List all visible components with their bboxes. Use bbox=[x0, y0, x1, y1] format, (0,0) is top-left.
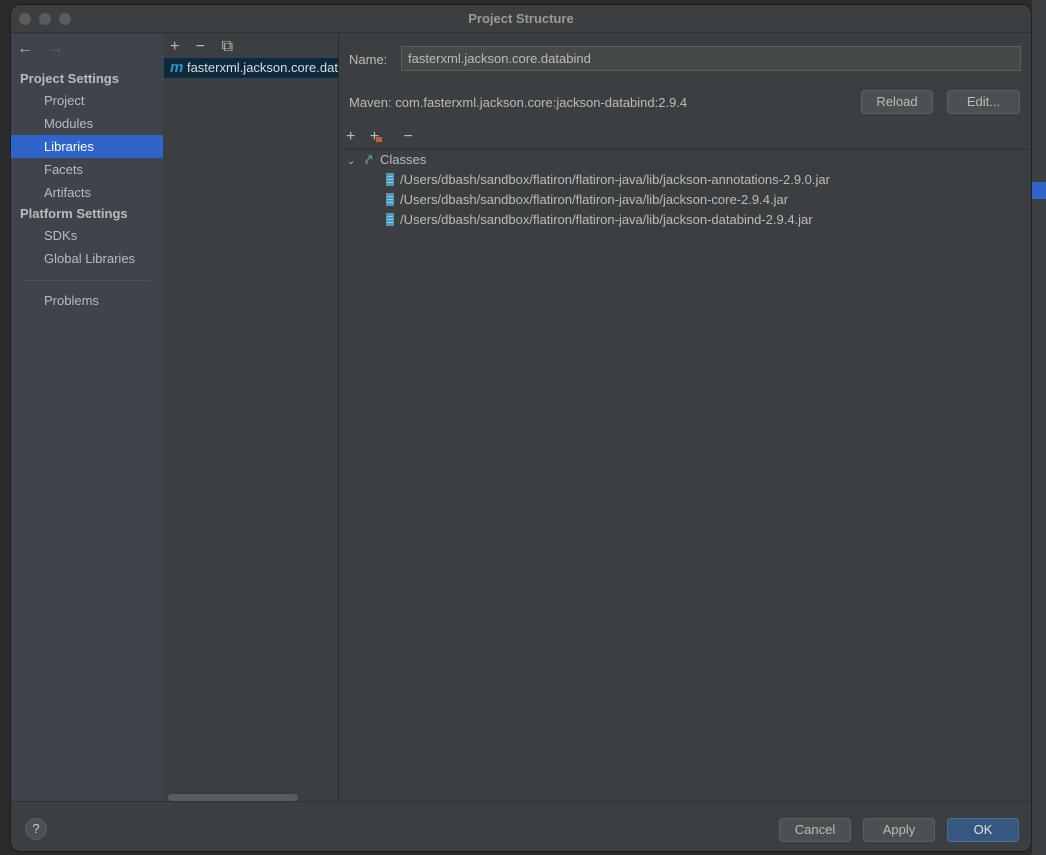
name-label: Name: bbox=[349, 52, 388, 67]
section-project-settings: Project Settings bbox=[20, 71, 119, 86]
horizontal-scrollbar[interactable] bbox=[168, 794, 298, 801]
jar-path: /Users/dbash/sandbox/flatiron/flatiron-j… bbox=[400, 192, 789, 207]
forward-arrow-icon[interactable]: → bbox=[47, 40, 63, 57]
jar-icon bbox=[386, 213, 394, 226]
maven-icon: m bbox=[170, 59, 184, 76]
project-structure-dialog: Project Structure ← → Project Settings P… bbox=[10, 4, 1032, 852]
classes-tree: + + − ⌄ ⤤ Classes /Users/dbash/sandbox/f… bbox=[340, 124, 1031, 801]
sidebar-item-global-libraries[interactable]: Global Libraries bbox=[11, 247, 163, 270]
back-arrow-icon[interactable]: ← bbox=[17, 40, 33, 57]
apply-button[interactable]: Apply bbox=[863, 818, 935, 842]
sidebar-item-problems[interactable]: Problems bbox=[11, 289, 163, 312]
tree-item-jar[interactable]: /Users/dbash/sandbox/flatiron/flatiron-j… bbox=[340, 190, 1031, 210]
sidebar-item-facets[interactable]: Facets bbox=[11, 158, 163, 181]
background-editor bbox=[0, 0, 10, 855]
sidebar-item-modules[interactable]: Modules bbox=[11, 112, 163, 135]
dialog-footer: ? Cancel Apply OK bbox=[11, 801, 1031, 851]
library-label: fasterxml.jackson.core.databind bbox=[186, 60, 338, 75]
classes-label: Classes bbox=[379, 152, 427, 167]
remove-icon[interactable]: − bbox=[404, 128, 413, 145]
tree-item-jar[interactable]: /Users/dbash/sandbox/flatiron/flatiron-j… bbox=[340, 170, 1031, 190]
title-bar: Project Structure bbox=[11, 5, 1031, 33]
sidebar-item-sdks[interactable]: SDKs bbox=[11, 224, 163, 247]
sidebar: ← → Project Settings Project Modules Lib… bbox=[11, 34, 163, 801]
section-platform-settings: Platform Settings bbox=[20, 206, 128, 221]
cancel-button[interactable]: Cancel bbox=[779, 818, 851, 842]
remove-icon[interactable]: − bbox=[196, 38, 205, 55]
sidebar-item-artifacts[interactable]: Artifacts bbox=[11, 181, 163, 204]
nav-arrows: ← → bbox=[17, 40, 73, 58]
tree-toolbar: + + − bbox=[340, 124, 1031, 150]
zoom-window-button[interactable] bbox=[59, 13, 71, 25]
add-icon[interactable]: + bbox=[170, 38, 179, 55]
divider bbox=[23, 280, 151, 281]
help-button[interactable]: ? bbox=[25, 818, 47, 840]
tree-node-classes[interactable]: ⌄ ⤤ Classes bbox=[340, 150, 1031, 170]
name-input[interactable]: fasterxml.jackson.core.databind bbox=[401, 46, 1021, 71]
sidebar-item-libraries[interactable]: Libraries bbox=[11, 135, 163, 158]
library-item[interactable]: m fasterxml.jackson.core.databind bbox=[164, 58, 338, 78]
libraries-toolbar: + − ⧉ bbox=[164, 34, 338, 58]
jar-path: /Users/dbash/sandbox/flatiron/flatiron-j… bbox=[400, 172, 830, 187]
jar-path: /Users/dbash/sandbox/flatiron/flatiron-j… bbox=[400, 212, 813, 227]
hammer-icon: ⤤ bbox=[365, 152, 373, 167]
library-detail: Name: fasterxml.jackson.core.databind Ma… bbox=[340, 34, 1031, 801]
jar-icon bbox=[386, 193, 394, 206]
chevron-down-icon[interactable]: ⌄ bbox=[347, 156, 355, 167]
close-window-button[interactable] bbox=[19, 13, 31, 25]
reload-button[interactable]: Reload bbox=[861, 90, 933, 114]
add-folder-icon[interactable]: + bbox=[370, 128, 389, 145]
background-selection bbox=[1032, 182, 1046, 199]
minimize-window-button[interactable] bbox=[39, 13, 51, 25]
tree-item-jar[interactable]: /Users/dbash/sandbox/flatiron/flatiron-j… bbox=[340, 210, 1031, 230]
edit-button[interactable]: Edit... bbox=[947, 90, 1020, 114]
background-panel bbox=[1032, 0, 1046, 855]
window-title: Project Structure bbox=[468, 11, 574, 26]
sidebar-item-project[interactable]: Project bbox=[11, 89, 163, 112]
add-icon[interactable]: + bbox=[346, 128, 355, 145]
maven-coordinates: Maven: com.fasterxml.jackson.core:jackso… bbox=[349, 95, 688, 110]
ok-button[interactable]: OK bbox=[947, 818, 1019, 842]
copy-icon[interactable]: ⧉ bbox=[222, 38, 233, 55]
jar-icon bbox=[386, 173, 394, 186]
libraries-panel: + − ⧉ m fasterxml.jackson.core.databind bbox=[164, 34, 339, 801]
